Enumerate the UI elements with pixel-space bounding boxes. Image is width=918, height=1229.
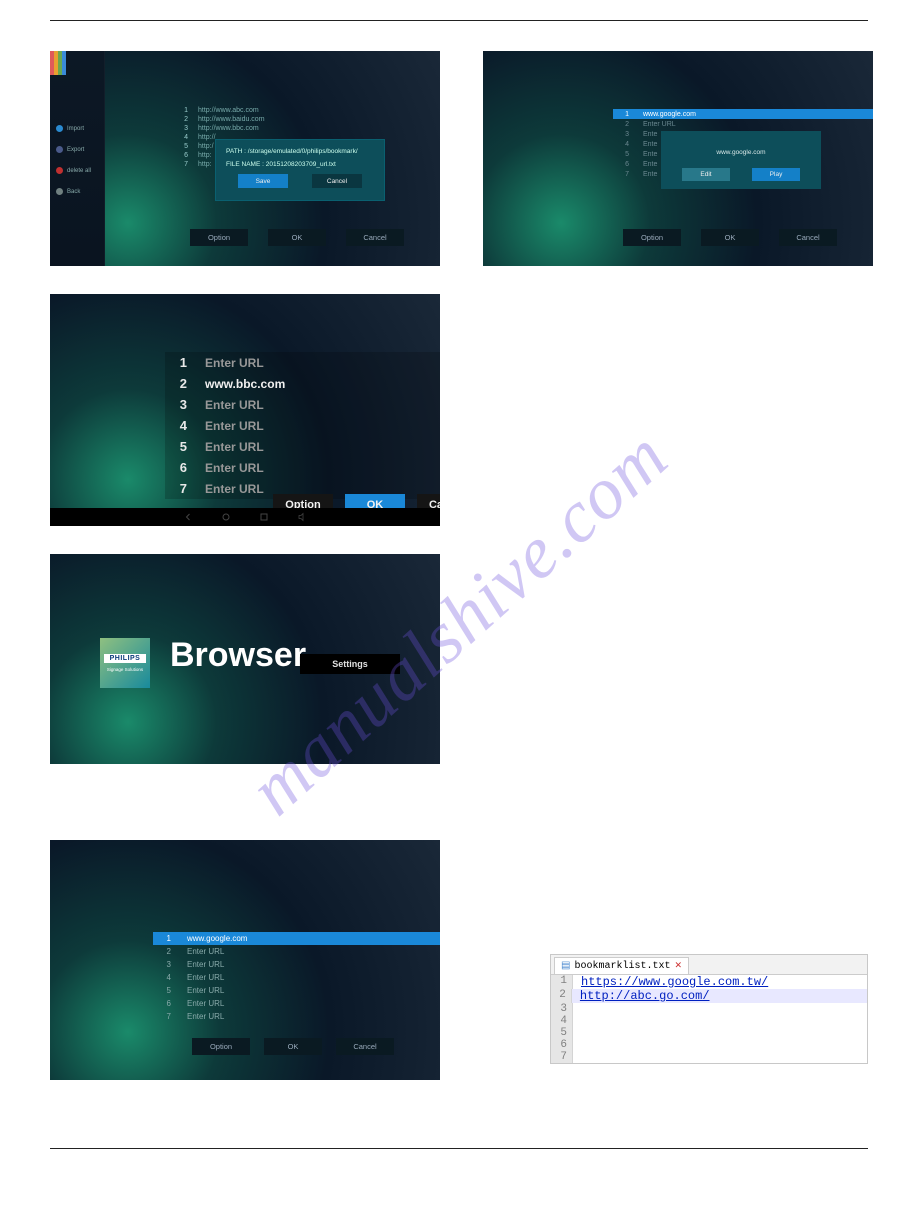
modal-path-label: PATH : /storage/emulated/0/philips/bookm… — [226, 148, 374, 155]
android-navbar — [50, 508, 440, 526]
url-row[interactable]: 1www.google.com — [153, 932, 440, 945]
url-list: 1Enter URL 2www.bbc.com 3Enter URL 4Ente… — [165, 352, 440, 499]
sidebar-item-delete-all[interactable]: delete all — [50, 165, 104, 176]
file-icon: ▤ — [561, 960, 570, 972]
screenshot-url-list: 1Enter URL 2www.bbc.com 3Enter URL 4Ente… — [50, 294, 440, 526]
browser-title: Browser — [170, 636, 306, 675]
url-row[interactable]: 1www.google.com — [613, 109, 873, 119]
url-row[interactable]: 6Enter URL — [153, 997, 440, 1010]
play-button[interactable]: Play — [752, 168, 800, 181]
footer-buttons: Option OK Cancel — [623, 229, 837, 246]
ok-button[interactable]: OK — [701, 229, 759, 246]
screenshot-browser-settings: PHILIPS Signage Solutions Browser Settin… — [50, 554, 440, 764]
philips-logo-tile: PHILIPS Signage Solutions — [100, 638, 150, 688]
url-link[interactable]: http://abc.go.com/ — [580, 989, 710, 1003]
sidebar-item-back[interactable]: Back — [50, 186, 104, 197]
url-row[interactable]: 4Enter URL — [165, 415, 440, 436]
edit-button[interactable]: Edit — [682, 168, 730, 181]
volume-icon[interactable] — [296, 511, 308, 523]
footer-buttons: Option OK Cancel — [190, 229, 404, 246]
url-row[interactable]: 2www.bbc.com — [165, 373, 440, 394]
editor-body[interactable]: 1https://www.google.com.tw/ 2http://abc.… — [551, 974, 867, 1063]
settings-button[interactable]: Settings — [300, 654, 400, 674]
modal-filename-label: FILE NAME : 20151208203709_url.txt — [226, 161, 374, 168]
ok-button[interactable]: OK — [268, 229, 326, 246]
url-action-popup: www.google.com Edit Play — [661, 131, 821, 189]
cancel-button[interactable]: Cancel — [336, 1038, 394, 1055]
url-list: 1www.google.com 2Enter URL 3Enter URL 4E… — [153, 932, 440, 1023]
url-row[interactable]: 1Enter URL — [165, 352, 440, 373]
url-row[interactable]: 7Enter URL — [153, 1010, 440, 1023]
url-row[interactable]: 5Enter URL — [165, 436, 440, 457]
tab-filename: bookmarklist.txt — [574, 961, 670, 972]
screenshot-export-dialog: Import Export delete all Back 1http://ww… — [50, 51, 440, 266]
home-icon[interactable] — [220, 511, 232, 523]
close-icon[interactable]: ✕ — [674, 961, 682, 971]
sidebar: Import Export delete all Back — [50, 51, 105, 266]
url-row[interactable]: 3Enter URL — [165, 394, 440, 415]
option-button[interactable]: Option — [192, 1038, 250, 1055]
url-row[interactable]: 2Enter URL — [153, 945, 440, 958]
option-button[interactable]: Option — [190, 229, 248, 246]
footer-buttons: Option OK Cancel — [192, 1038, 394, 1055]
save-button[interactable]: Save — [238, 174, 288, 188]
philips-subtitle: Signage Solutions — [107, 667, 143, 672]
notepad-window: ▤ bookmarklist.txt ✕ 1https://www.google… — [550, 954, 868, 1064]
url-row[interactable]: 1http://www.abc.com — [180, 106, 415, 115]
back-icon[interactable] — [182, 511, 194, 523]
recent-icon[interactable] — [258, 511, 270, 523]
url-row[interactable]: 4Enter URL — [153, 971, 440, 984]
ok-button[interactable]: OK — [264, 1038, 322, 1055]
url-row[interactable]: 6Enter URL — [165, 457, 440, 478]
philips-brand: PHILIPS — [104, 654, 146, 663]
url-link[interactable]: https://www.google.com.tw/ — [581, 975, 768, 989]
cancel-button[interactable]: Cancel — [346, 229, 404, 246]
rule-bottom — [50, 1148, 868, 1149]
url-row[interactable]: 2http://www.baidu.com — [180, 115, 415, 124]
url-row[interactable]: 2Enter URL — [613, 119, 873, 129]
accent-stripe — [50, 51, 66, 75]
export-path-modal: PATH : /storage/emulated/0/philips/bookm… — [215, 139, 385, 201]
url-row[interactable]: 5Enter URL — [153, 984, 440, 997]
screenshot-edit-play-popup: 1www.google.com 2Enter URL 3Ente 4Ente 5… — [483, 51, 873, 266]
url-row[interactable]: 3Enter URL — [153, 958, 440, 971]
rule-top — [50, 20, 868, 21]
option-button[interactable]: Option — [623, 229, 681, 246]
screenshot-url-list-selected: 1www.google.com 2Enter URL 3Enter URL 4E… — [50, 840, 440, 1080]
popup-url-label: www.google.com — [716, 149, 765, 156]
sidebar-item-import[interactable]: Import — [50, 123, 104, 134]
cancel-button[interactable]: Cancel — [312, 174, 362, 188]
cancel-button[interactable]: Cancel — [779, 229, 837, 246]
url-row[interactable]: 3http://www.bbc.com — [180, 124, 415, 133]
file-tab[interactable]: ▤ bookmarklist.txt ✕ — [554, 957, 689, 974]
sidebar-item-export[interactable]: Export — [50, 144, 104, 155]
